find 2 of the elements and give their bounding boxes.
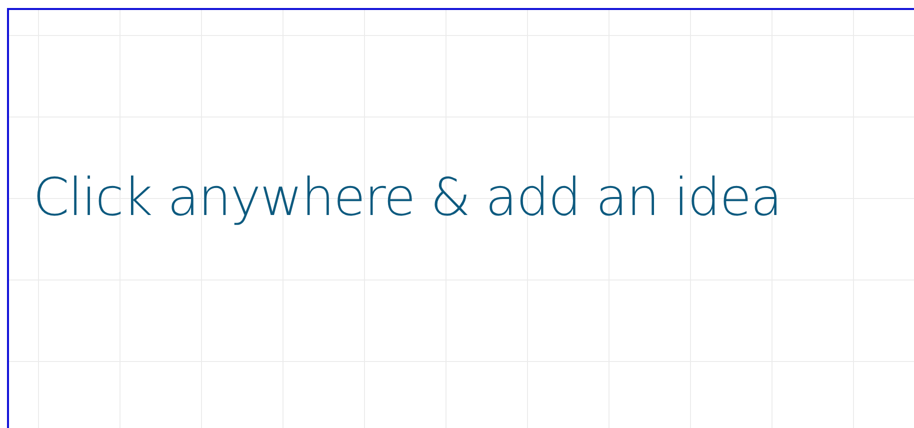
canvas-prompt: Click anywhere & add an idea xyxy=(33,170,782,228)
canvas[interactable]: Click anywhere & add an idea xyxy=(7,8,914,428)
